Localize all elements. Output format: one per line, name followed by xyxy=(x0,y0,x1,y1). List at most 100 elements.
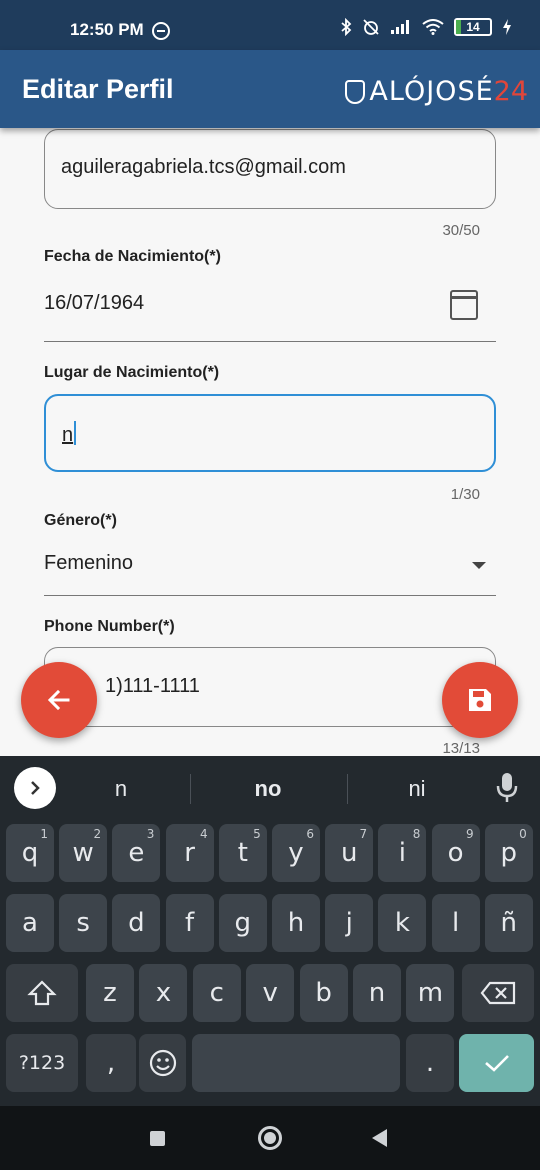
backspace-key[interactable] xyxy=(462,964,534,1022)
wifi-icon xyxy=(422,19,444,35)
key-hint: 7 xyxy=(359,827,368,841)
suggestion-bar: n no ni xyxy=(0,756,540,822)
phone-field[interactable]: 1)111-1111 xyxy=(44,647,496,727)
key-a[interactable]: a xyxy=(6,894,54,952)
key-z[interactable]: z xyxy=(86,964,134,1022)
key-l[interactable]: l xyxy=(431,894,480,952)
battery-icon: 14 xyxy=(454,18,492,36)
key-s[interactable]: s xyxy=(59,894,108,952)
chevron-down-icon xyxy=(472,562,486,569)
page-title: Editar Perfil xyxy=(22,74,174,104)
key-i[interactable]: i8 xyxy=(378,824,427,882)
recents-button[interactable] xyxy=(150,1131,165,1146)
shift-key[interactable] xyxy=(6,964,78,1022)
status-icons: 14 xyxy=(340,18,512,36)
key-b[interactable]: b xyxy=(299,964,348,1022)
key-hint: 9 xyxy=(465,827,474,841)
suggestion-2[interactable]: no xyxy=(198,776,338,802)
key-k[interactable]: k xyxy=(378,894,427,952)
key-o[interactable]: o9 xyxy=(431,824,480,882)
key-y[interactable]: y6 xyxy=(272,824,320,882)
mute-alarm-icon xyxy=(363,19,379,35)
period-key[interactable]: . xyxy=(406,1034,454,1092)
key-e[interactable]: e3 xyxy=(112,824,161,882)
calendar-icon[interactable] xyxy=(450,290,478,320)
key-v[interactable]: v xyxy=(246,964,295,1022)
bluetooth-icon xyxy=(341,18,352,36)
birth-place-input[interactable]: n xyxy=(44,394,496,472)
gender-label: Género(*) xyxy=(44,512,117,529)
key-hint: 3 xyxy=(146,827,155,841)
key-hint: 5 xyxy=(253,827,261,841)
key-ñ[interactable]: ñ xyxy=(484,894,533,952)
profile-form: aguileragabriela.tcs@gmail.com 30/50 Fec… xyxy=(0,128,540,756)
enter-key[interactable] xyxy=(459,1034,534,1092)
text-caret xyxy=(74,421,77,445)
email-value: aguileragabriela.tcs@gmail.com xyxy=(61,156,346,178)
soft-keyboard: n no ni q1w2e3r4t5y6u7i8o9p0 asdfghjklñ … xyxy=(0,756,540,1106)
birth-place-counter: 1/30 xyxy=(450,486,480,503)
microphone-icon[interactable] xyxy=(496,772,518,804)
home-button[interactable] xyxy=(258,1126,282,1150)
battery-level: 14 xyxy=(466,20,480,34)
key-w[interactable]: w2 xyxy=(59,824,108,882)
signal-icon xyxy=(391,20,409,34)
chevron-right-icon xyxy=(31,781,40,795)
status-bar: 12:50 PM 14 xyxy=(0,0,540,50)
key-u[interactable]: u7 xyxy=(325,824,374,882)
gender-dropdown[interactable]: Femenino xyxy=(44,534,496,596)
key-d[interactable]: d xyxy=(112,894,161,952)
system-back-button[interactable] xyxy=(372,1129,387,1147)
backspace-icon xyxy=(480,981,516,1005)
brand-logo: ALÓJOSÉ 24 xyxy=(345,76,528,107)
expand-toolbar-button[interactable] xyxy=(14,767,56,809)
charging-icon xyxy=(503,19,511,35)
emoji-key[interactable] xyxy=(139,1034,186,1092)
birth-place-label: Lugar de Nacimiento(*) xyxy=(44,364,220,381)
comma-key[interactable]: , xyxy=(86,1034,136,1092)
key-hint: 6 xyxy=(306,827,314,841)
phone-label: Phone Number(*) xyxy=(44,618,175,635)
shift-icon xyxy=(27,980,57,1006)
birth-date-field[interactable]: 16/07/1964 xyxy=(44,276,496,342)
space-key[interactable] xyxy=(192,1034,400,1092)
key-m[interactable]: m xyxy=(406,964,455,1022)
brand-number: 24 xyxy=(493,76,528,107)
key-g[interactable]: g xyxy=(218,894,267,952)
key-hint: 2 xyxy=(93,827,102,841)
symbols-key[interactable]: ?123 xyxy=(6,1034,78,1092)
app-bar: Editar Perfil ALÓJOSÉ 24 xyxy=(0,50,540,128)
key-r[interactable]: r4 xyxy=(165,824,214,882)
key-x[interactable]: x xyxy=(139,964,188,1022)
do-not-disturb-icon xyxy=(152,22,170,40)
save-button[interactable] xyxy=(442,662,518,738)
suggestion-1[interactable]: n xyxy=(51,776,191,802)
arrow-left-icon xyxy=(47,689,70,711)
phone-value: 1)111-1111 xyxy=(105,675,200,697)
divider xyxy=(190,774,191,804)
key-hint: 0 xyxy=(519,827,527,841)
key-hint: 1 xyxy=(40,827,48,841)
key-hint: 8 xyxy=(412,827,421,841)
birth-date-value: 16/07/1964 xyxy=(44,292,145,314)
phone-counter: 13/13 xyxy=(442,740,480,756)
key-n[interactable]: n xyxy=(353,964,401,1022)
wine-glass-icon xyxy=(345,79,366,104)
save-icon xyxy=(469,689,491,711)
key-j[interactable]: j xyxy=(325,894,374,952)
gender-value: Femenino xyxy=(44,552,133,574)
checkmark-icon xyxy=(484,1055,509,1072)
key-q[interactable]: q1 xyxy=(6,824,54,882)
suggestion-3[interactable]: ni xyxy=(347,776,487,802)
birth-place-value: n xyxy=(62,421,77,447)
system-navigation-bar xyxy=(0,1106,540,1170)
status-time: 12:50 PM xyxy=(70,20,144,39)
key-t[interactable]: t5 xyxy=(218,824,267,882)
birth-date-label: Fecha de Nacimiento(*) xyxy=(44,248,221,265)
back-button[interactable] xyxy=(21,662,97,738)
key-p[interactable]: p0 xyxy=(484,824,533,882)
email-field[interactable]: aguileragabriela.tcs@gmail.com xyxy=(44,129,496,209)
key-f[interactable]: f xyxy=(165,894,214,952)
key-c[interactable]: c xyxy=(192,964,241,1022)
key-h[interactable]: h xyxy=(272,894,320,952)
